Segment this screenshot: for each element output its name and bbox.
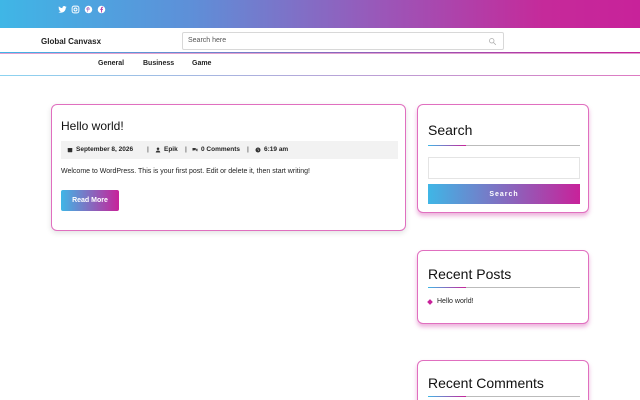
post-time: 6:19 am — [255, 146, 288, 153]
post-author[interactable]: Epik — [155, 146, 178, 153]
search-widget: Search Search — [417, 104, 589, 213]
nav-item-game[interactable]: Game — [192, 60, 211, 67]
social-links — [57, 4, 106, 14]
instagram-icon[interactable] — [70, 4, 80, 14]
post-excerpt: Welcome to WordPress. This is your first… — [61, 168, 310, 175]
recent-post-link[interactable]: Hello world! — [427, 298, 474, 305]
top-bar — [0, 0, 640, 28]
post-date-text: September 8, 2026 — [76, 146, 134, 153]
nav-item-business[interactable]: Business — [143, 60, 174, 67]
calendar-icon — [67, 147, 73, 152]
twitter-icon[interactable] — [57, 4, 67, 14]
widget-title: Recent Posts — [428, 266, 512, 282]
post-title[interactable]: Hello world! — [61, 119, 124, 133]
meta-separator: | — [185, 146, 187, 153]
post-date[interactable]: September 8, 2026 — [67, 146, 133, 153]
meta-separator: | — [247, 146, 249, 153]
post-comments-text: 0 Comments — [201, 146, 241, 153]
recent-comments-widget: Recent Comments — [417, 360, 589, 400]
sidebar-search-input[interactable] — [428, 157, 580, 179]
pinterest-icon[interactable] — [83, 4, 93, 14]
clock-icon — [255, 147, 261, 152]
meta-separator: | — [147, 146, 149, 153]
widget-divider — [428, 396, 580, 397]
post-time-text: 6:19 am — [264, 146, 289, 153]
widget-title: Search — [428, 122, 473, 138]
header-divider — [0, 52, 640, 53]
sidebar-search-button[interactable]: Search — [428, 184, 580, 204]
post-card: Hello world! September 8, 2026 | Epik | … — [51, 104, 406, 231]
post-meta: September 8, 2026 | Epik | 0 Comments | … — [61, 141, 398, 159]
nav-divider — [0, 75, 640, 76]
search-icon[interactable] — [488, 37, 497, 46]
nav-item-general[interactable]: General — [98, 60, 124, 67]
post-comments[interactable]: 0 Comments — [192, 146, 240, 153]
user-icon — [155, 147, 161, 152]
recent-posts-widget: Recent Posts Hello world! — [417, 250, 589, 324]
facebook-icon[interactable] — [96, 4, 106, 14]
post-author-text: Epik — [164, 146, 178, 153]
widget-divider — [428, 287, 580, 288]
site-title[interactable]: Global Canvasx — [41, 37, 101, 46]
header-search-input[interactable]: Search here — [182, 32, 504, 50]
search-placeholder: Search here — [188, 37, 227, 44]
widget-title: Recent Comments — [428, 375, 544, 391]
main-nav: General Business Game — [0, 55, 640, 76]
recent-post-title: Hello world! — [437, 298, 474, 305]
widget-divider — [428, 145, 580, 146]
comments-icon — [192, 147, 198, 151]
read-more-button[interactable]: Read More — [61, 190, 119, 211]
bullet-icon — [427, 298, 433, 305]
